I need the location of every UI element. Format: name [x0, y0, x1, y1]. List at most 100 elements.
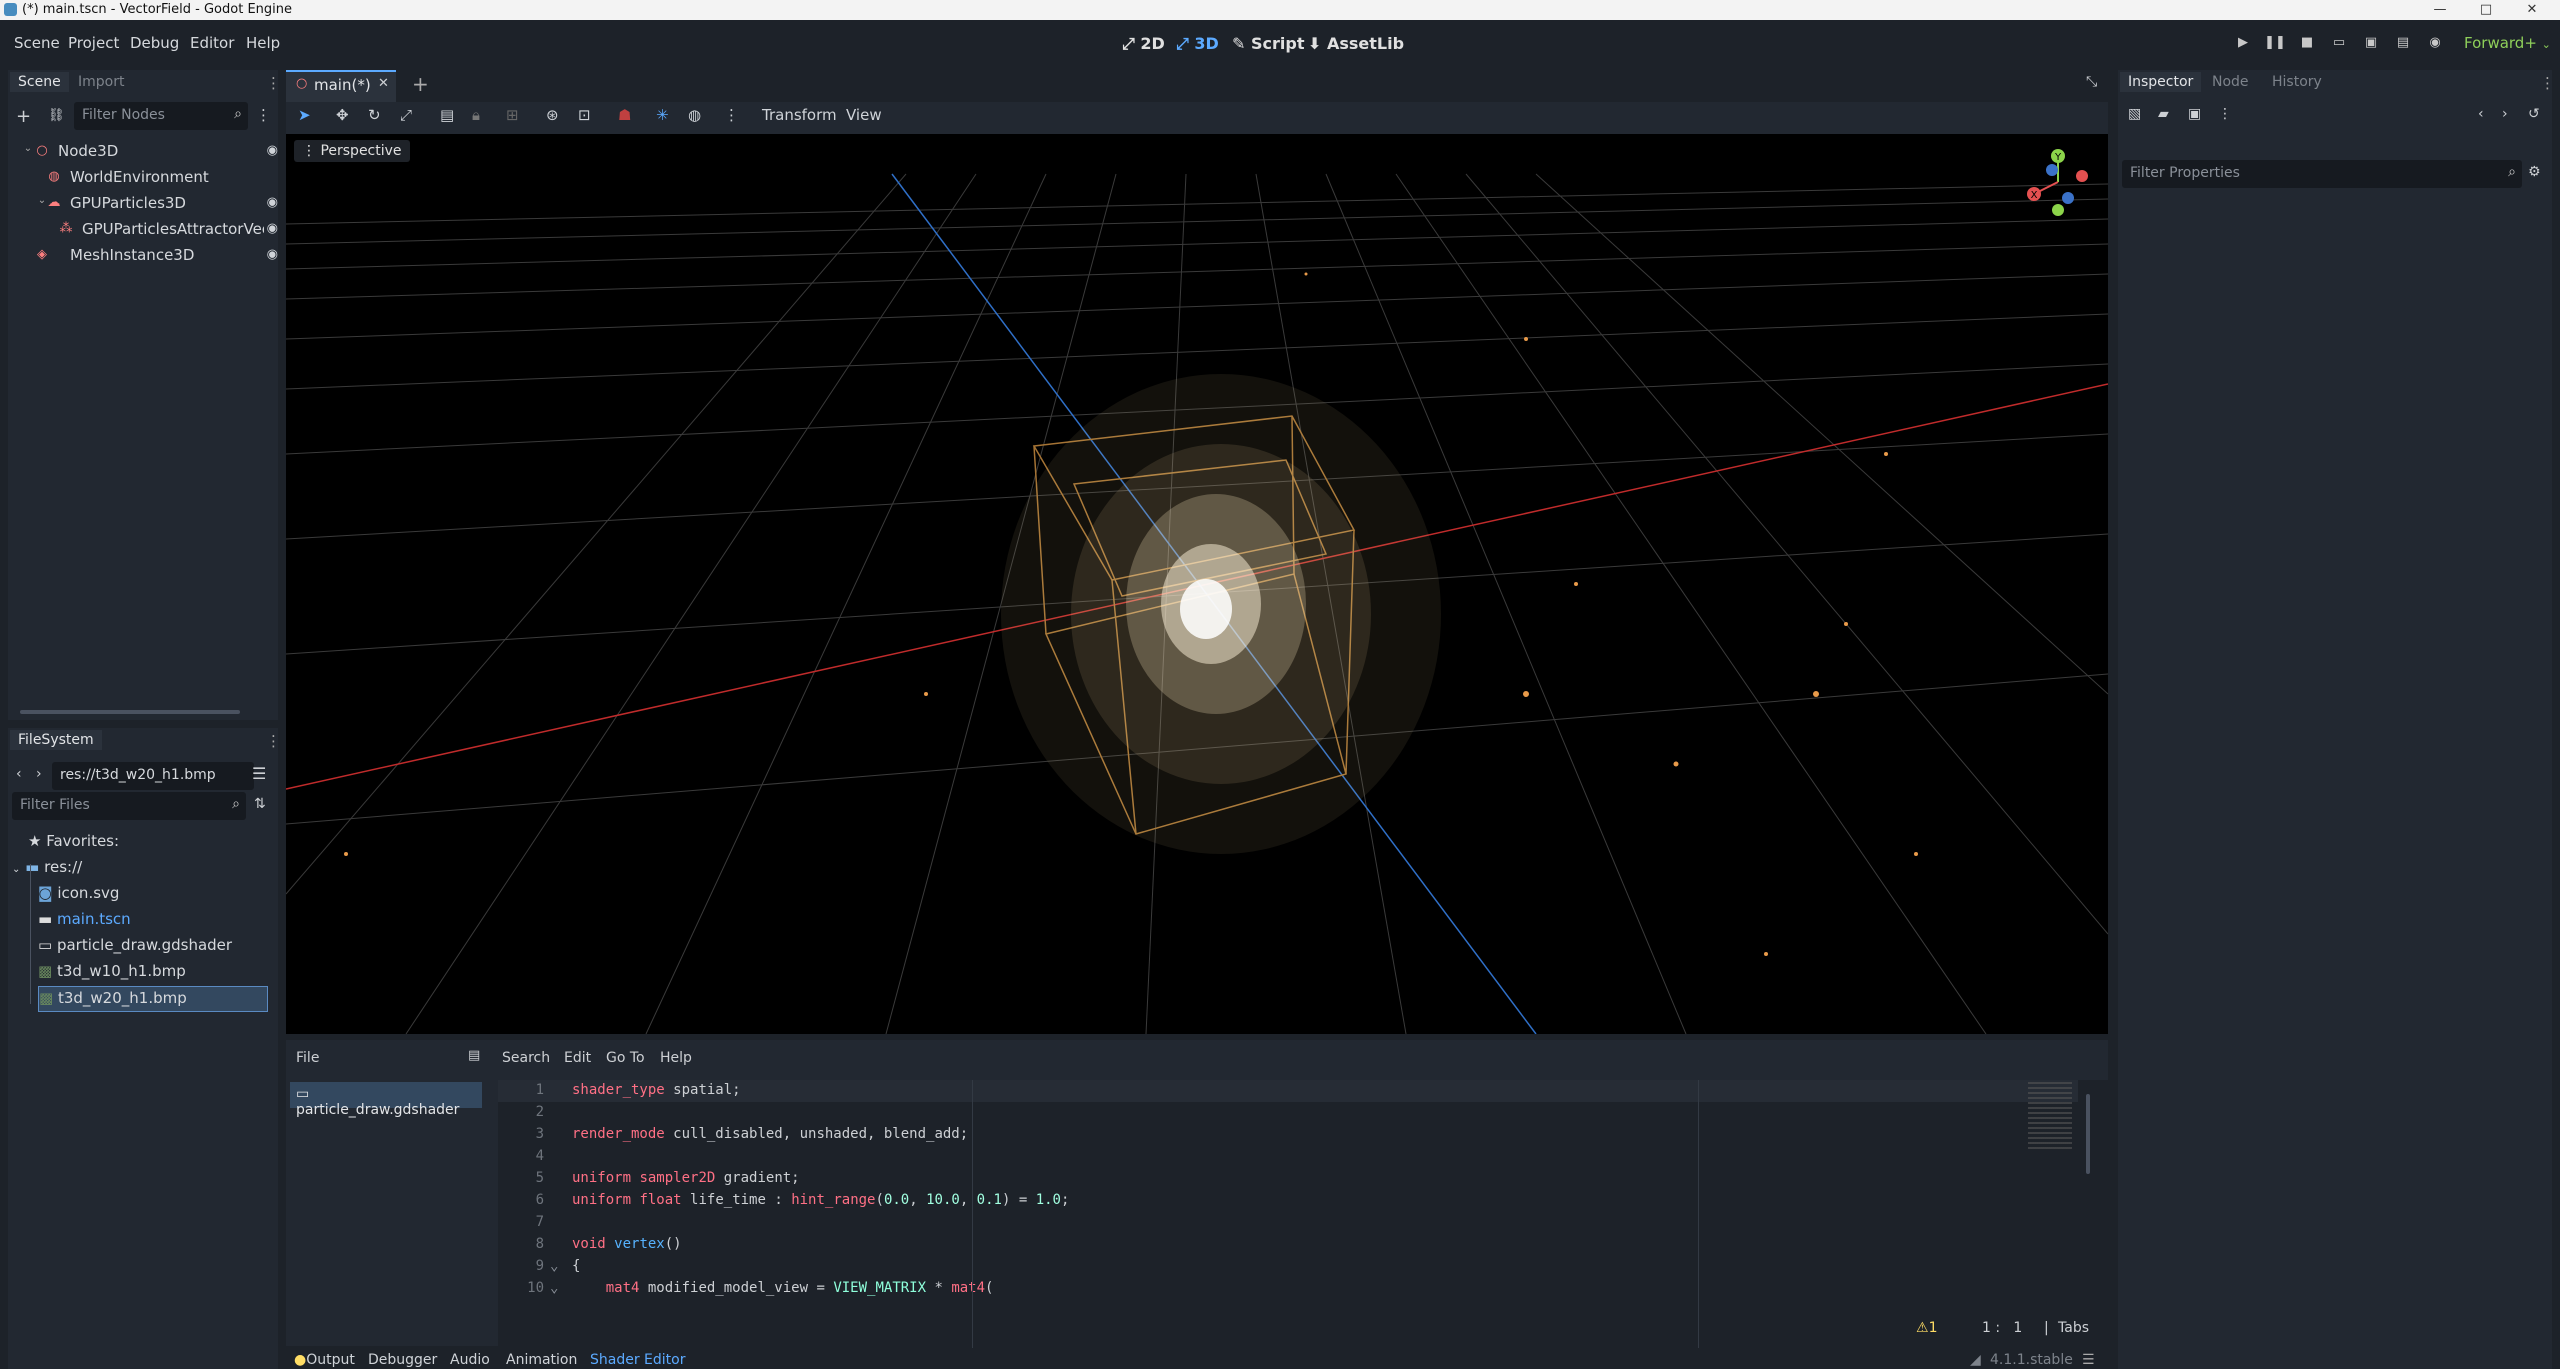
menu-search[interactable]: Search: [502, 1050, 550, 1066]
menu-help[interactable]: Help: [246, 34, 280, 52]
warning-icon[interactable]: ⚠1: [1916, 1320, 1937, 1336]
code-line[interactable]: 7: [498, 1214, 1998, 1236]
path-field[interactable]: res://t3d_w20_h1.bmp: [52, 762, 254, 790]
code-line[interactable]: 1 shader_type spatial;: [498, 1082, 1998, 1104]
code-line[interactable]: 5 uniform sampler2D gradient;: [498, 1170, 1998, 1192]
view-menu[interactable]: View: [846, 106, 882, 124]
select-tool-icon[interactable]: ➤: [298, 106, 311, 124]
add-node-icon[interactable]: +: [16, 106, 31, 127]
more-options-icon[interactable]: ⋮: [724, 106, 739, 124]
menu-goto[interactable]: Go To: [606, 1050, 645, 1066]
code-line[interactable]: 2: [498, 1104, 1998, 1126]
back-icon[interactable]: ‹: [16, 766, 22, 782]
dock-menu-icon[interactable]: ⋮: [266, 732, 281, 750]
menu-file[interactable]: File: [296, 1050, 319, 1066]
tab-animation[interactable]: Animation: [506, 1352, 577, 1368]
renderer-selector[interactable]: Forward+ ⌄: [2464, 34, 2551, 52]
indent-mode[interactable]: Tabs: [2058, 1320, 2089, 1336]
visibility-eye-icon[interactable]: ◉: [267, 247, 278, 262]
workspace-3d-button[interactable]: ⤢ 3D: [1176, 34, 1219, 54]
distraction-free-icon[interactable]: ⤡: [2086, 74, 2097, 90]
close-tab-icon[interactable]: ✕: [378, 76, 389, 91]
tree-item-meshinstance3d[interactable]: ◈ MeshInstance3D ◉: [20, 244, 278, 270]
open-script-item[interactable]: ▭ particle_draw.gdshader: [290, 1082, 482, 1118]
tab-scene[interactable]: Scene: [10, 72, 69, 92]
tab-shader-editor[interactable]: Shader Editor: [590, 1352, 685, 1368]
file-row[interactable]: ▬ main.tscn: [38, 910, 131, 936]
visibility-eye-icon[interactable]: ◉: [267, 221, 278, 236]
close-button[interactable]: ✕: [2512, 0, 2552, 20]
save-icon[interactable]: ▣: [2188, 106, 2201, 122]
tree-item-gpuparticles3d[interactable]: ⌄ ☁ GPUParticles3D ◉: [20, 192, 278, 218]
dock-menu-icon[interactable]: ⋮: [266, 74, 281, 92]
toggle-scripts-panel-icon[interactable]: ▤: [468, 1048, 480, 1063]
workspace-script-button[interactable]: ✎ Script: [1232, 34, 1304, 53]
filter-nodes-input[interactable]: Filter Nodes ⌕: [74, 102, 248, 130]
tree-item-attractor-vectorfield[interactable]: ⁂ GPUParticlesAttractorVectorField3D ◉: [20, 218, 279, 244]
toggle-sun-icon[interactable]: ✳: [656, 106, 669, 124]
code-line[interactable]: 9 ⌄ {: [498, 1258, 1998, 1280]
property-options-icon[interactable]: ⚙: [2528, 164, 2541, 180]
maximize-button[interactable]: □: [2466, 0, 2506, 20]
horizontal-scrollbar[interactable]: [20, 710, 240, 714]
3d-viewport[interactable]: ⋮ Perspective Y X: [286, 134, 2108, 1034]
code-line[interactable]: 4: [498, 1148, 1998, 1170]
code-editor[interactable]: 1 shader_type spatial; 2 3 render_mode cull_…: [498, 1080, 2108, 1348]
neg-x-gizmo-icon[interactable]: [2076, 170, 2088, 182]
bottom-panel-toggle-icon[interactable]: ☰: [2082, 1352, 2095, 1368]
open-folder-icon[interactable]: ▰: [2158, 106, 2169, 122]
movie-maker-icon[interactable]: ◉: [2424, 35, 2446, 55]
file-row-selected[interactable]: ▩ t3d_w20_h1.bmp: [38, 986, 268, 1012]
snap-icon[interactable]: ⊡: [578, 106, 591, 124]
tree-item-node3d[interactable]: ⌄ ○ Node3D ◉: [20, 140, 278, 166]
pause-icon[interactable]: ❚❚: [2264, 35, 2286, 55]
filter-properties-input[interactable]: Filter Properties ⌕: [2122, 160, 2522, 188]
history-forward-icon[interactable]: ›: [2502, 106, 2508, 122]
sort-icon[interactable]: ⇅: [254, 796, 266, 812]
toggle-environment-icon[interactable]: ◍: [688, 106, 701, 124]
list-select-icon[interactable]: ▤: [440, 106, 454, 124]
fold-arrow-icon[interactable]: ⌄: [550, 1258, 558, 1274]
object-history-icon[interactable]: ↺: [2528, 106, 2540, 122]
menu-edit[interactable]: Edit: [564, 1050, 591, 1066]
filter-files-input[interactable]: Filter Files ⌕: [12, 792, 246, 820]
play-scene-icon[interactable]: ▣: [2360, 35, 2382, 55]
more-options-icon[interactable]: ⋮: [2218, 106, 2232, 122]
group-icon[interactable]: ⊞: [506, 106, 519, 124]
perspective-menu[interactable]: ⋮ Perspective: [294, 140, 410, 162]
tab-debugger[interactable]: Debugger: [368, 1352, 437, 1368]
forward-icon[interactable]: ›: [36, 766, 42, 782]
play-icon[interactable]: ▶: [2232, 35, 2254, 55]
workspace-assetlib-button[interactable]: ⬇ AssetLib: [1308, 34, 1404, 53]
visibility-eye-icon[interactable]: ◉: [267, 143, 278, 158]
code-line[interactable]: 3 render_mode cull_disabled, unshaded, bl…: [498, 1126, 1998, 1148]
menu-debug[interactable]: Debug: [130, 34, 179, 52]
code-line[interactable]: 6 uniform float life_time : hint_range(0.…: [498, 1192, 1998, 1214]
tab-audio[interactable]: Audio: [450, 1352, 490, 1368]
scale-tool-icon[interactable]: ⤢: [400, 106, 412, 124]
move-tool-icon[interactable]: ✥: [336, 106, 349, 124]
neg-z-gizmo-icon[interactable]: [2046, 164, 2058, 176]
tree-item-worldenvironment[interactable]: ◍ WorldEnvironment: [20, 166, 278, 192]
workspace-2d-button[interactable]: ⤢ 2D: [1122, 34, 1165, 54]
menu-help[interactable]: Help: [660, 1050, 692, 1066]
tab-import[interactable]: Import: [78, 74, 124, 90]
view-gizmo[interactable]: Y X: [2022, 146, 2094, 218]
fold-arrow-icon[interactable]: ⌄: [550, 1280, 558, 1296]
file-row[interactable]: ▩ t3d_w10_h1.bmp: [38, 962, 186, 988]
code-line[interactable]: 8 void vertex(): [498, 1236, 1998, 1258]
link-icon[interactable]: ⛓: [48, 108, 65, 123]
z-axis-gizmo-icon[interactable]: [2062, 192, 2074, 204]
rotate-tool-icon[interactable]: ↻: [368, 106, 381, 124]
tab-history[interactable]: History: [2272, 74, 2322, 90]
play-custom-scene-icon[interactable]: ▤: [2392, 35, 2414, 55]
tab-output[interactable]: ●Output: [294, 1352, 355, 1368]
menu-project[interactable]: Project: [68, 34, 119, 52]
tab-filesystem[interactable]: FileSystem: [10, 730, 102, 750]
dock-menu-icon[interactable]: ⋮: [2540, 74, 2555, 92]
neg-y-gizmo-icon[interactable]: [2052, 204, 2064, 216]
preview-sun-icon[interactable]: ☗: [618, 106, 631, 124]
tab-inspector[interactable]: Inspector: [2120, 72, 2202, 92]
local-space-icon[interactable]: ⊛: [546, 106, 559, 124]
transform-menu[interactable]: Transform: [762, 106, 837, 124]
